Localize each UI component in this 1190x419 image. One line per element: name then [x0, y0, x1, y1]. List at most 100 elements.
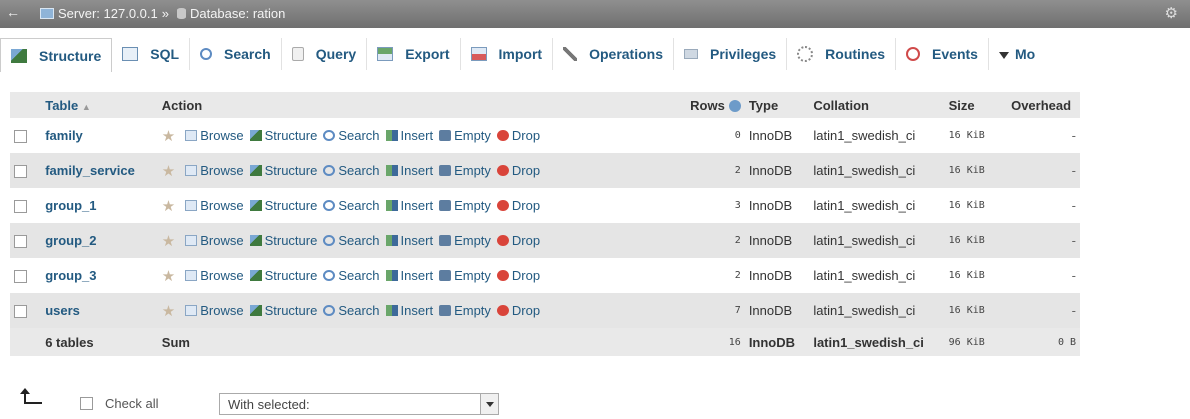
action-search-link[interactable]: Search: [323, 233, 380, 248]
tab-privileges[interactable]: Privileges: [674, 38, 788, 70]
row-checkbox-cell: [10, 118, 42, 153]
action-browse-link[interactable]: Browse: [185, 268, 244, 283]
action-search-link[interactable]: Search: [323, 128, 380, 143]
actions-cell: ★ Browse Structure Search Insert Empty Drop: [157, 153, 681, 188]
favorite-star-icon[interactable]: ★: [162, 233, 175, 250]
tab-query[interactable]: Query: [282, 38, 368, 70]
empty-icon: [439, 234, 452, 246]
favorite-star-icon[interactable]: ★: [162, 163, 175, 180]
action-structure-link[interactable]: Structure: [249, 198, 317, 213]
row-checkbox[interactable]: [14, 165, 27, 179]
action-search-link[interactable]: Search: [323, 198, 380, 213]
action-browse-link[interactable]: Browse: [185, 303, 244, 318]
table-name-cell: group_3: [41, 258, 158, 293]
action-structure-link[interactable]: Structure: [249, 162, 318, 178]
row-count: 2: [680, 153, 745, 188]
header-checkbox-cell: [10, 92, 42, 118]
help-icon[interactable]: [728, 100, 741, 113]
action-empty-link[interactable]: Empty: [439, 303, 491, 318]
header-table[interactable]: Table ▲: [41, 92, 158, 118]
row-count: 3: [680, 188, 745, 223]
favorite-star-icon[interactable]: ★: [162, 128, 175, 145]
row-checkbox-cell: [10, 258, 42, 293]
tab-export[interactable]: Export: [367, 38, 461, 70]
breadcrumb-server[interactable]: Server: 127.0.0.1: [58, 6, 158, 21]
action-browse-link[interactable]: Browse: [185, 163, 244, 178]
action-structure-link[interactable]: Structure: [249, 303, 317, 318]
check-all-checkbox[interactable]: [80, 397, 93, 410]
favorite-star-icon[interactable]: ★: [162, 303, 175, 320]
table-name-link[interactable]: group_2: [45, 233, 96, 248]
drop-icon: [496, 164, 509, 176]
tab-more[interactable]: Mo: [989, 38, 1045, 70]
actions-cell: ★ Browse Structure Search Insert Empty Drop: [157, 223, 681, 258]
action-drop-link[interactable]: Drop: [496, 198, 540, 213]
action-empty-link[interactable]: Empty: [439, 198, 491, 213]
action-empty-link[interactable]: Empty: [439, 163, 491, 178]
table-name-link[interactable]: users: [45, 303, 80, 318]
row-checkbox[interactable]: [14, 270, 27, 284]
action-structure-link[interactable]: Structure: [249, 128, 317, 143]
row-checkbox[interactable]: [14, 130, 27, 144]
settings-gear-icon[interactable]: ⚙: [1165, 4, 1178, 22]
overhead: -: [1007, 118, 1080, 153]
table-name-link[interactable]: family: [45, 128, 83, 143]
action-insert-link[interactable]: Insert: [385, 163, 433, 178]
tab-search[interactable]: Search: [190, 38, 282, 70]
action-drop-link[interactable]: Drop: [496, 163, 540, 178]
action-structure-link[interactable]: Structure: [249, 233, 317, 248]
action-drop-link[interactable]: Drop: [496, 268, 540, 283]
tab-label: Routines: [825, 46, 886, 62]
row-checkbox[interactable]: [14, 200, 27, 214]
tab-events[interactable]: Events: [896, 38, 989, 70]
action-insert-link[interactable]: Insert: [385, 303, 433, 318]
header-rows-label: Rows: [690, 97, 725, 113]
tab-structure[interactable]: Structure: [0, 38, 113, 72]
import-icon: [470, 47, 487, 61]
action-search-link[interactable]: Search: [323, 303, 380, 318]
favorite-star-icon[interactable]: ★: [162, 198, 175, 215]
check-all[interactable]: Check all: [80, 396, 158, 411]
tab-operations[interactable]: Operations: [553, 38, 674, 70]
table-name-link[interactable]: group_1: [45, 198, 96, 213]
action-drop-link[interactable]: Drop: [496, 128, 540, 143]
chevron-down-icon[interactable]: [480, 394, 498, 414]
action-drop-link[interactable]: Drop: [496, 303, 540, 318]
header-table-label[interactable]: Table: [45, 98, 78, 113]
action-search-link[interactable]: Search: [323, 268, 380, 283]
action-insert-link[interactable]: Insert: [385, 128, 433, 143]
action-drop-link[interactable]: Drop: [496, 233, 540, 248]
row-checkbox[interactable]: [14, 305, 27, 319]
action-insert-link[interactable]: Insert: [385, 268, 433, 283]
action-browse-link[interactable]: Browse: [185, 198, 244, 213]
empty-icon: [439, 269, 452, 281]
table-name-link[interactable]: family_service: [45, 163, 135, 178]
tab-sql[interactable]: SQL: [112, 38, 191, 70]
header-rows[interactable]: Rows: [680, 92, 745, 118]
row-checkbox[interactable]: [14, 235, 27, 249]
summary-rows: 16: [680, 328, 745, 356]
check-all-label[interactable]: Check all: [105, 396, 158, 411]
action-browse-link[interactable]: Browse: [185, 233, 244, 248]
action-structure-link[interactable]: Structure: [249, 268, 317, 283]
sql-icon: [122, 47, 139, 61]
favorite-star-icon[interactable]: ★: [162, 268, 175, 285]
action-insert-link[interactable]: Insert: [385, 233, 433, 248]
action-empty-link[interactable]: Empty: [439, 268, 491, 283]
action-empty-link[interactable]: Empty: [439, 233, 491, 248]
collapse-arrow-icon[interactable]: ←: [6, 4, 20, 20]
tab-import[interactable]: Import: [461, 38, 554, 70]
actions-cell: ★ Browse Structure Search Insert Empty Drop: [157, 118, 681, 153]
action-browse-link[interactable]: Browse: [185, 128, 244, 143]
table-name-cell: group_2: [41, 223, 158, 258]
action-search-link[interactable]: Search: [323, 163, 380, 178]
with-selected-select[interactable]: With selected:: [219, 393, 499, 415]
breadcrumb-database[interactable]: Database: ration: [190, 6, 285, 21]
action-label: Structure: [264, 162, 318, 178]
tab-routines[interactable]: Routines: [787, 38, 897, 70]
action-insert-link[interactable]: Insert: [385, 198, 433, 213]
action-empty-link[interactable]: Empty: [439, 128, 491, 143]
table-name-link[interactable]: group_3: [45, 268, 96, 283]
insert-icon: [385, 164, 398, 176]
search-icon: [323, 304, 336, 316]
